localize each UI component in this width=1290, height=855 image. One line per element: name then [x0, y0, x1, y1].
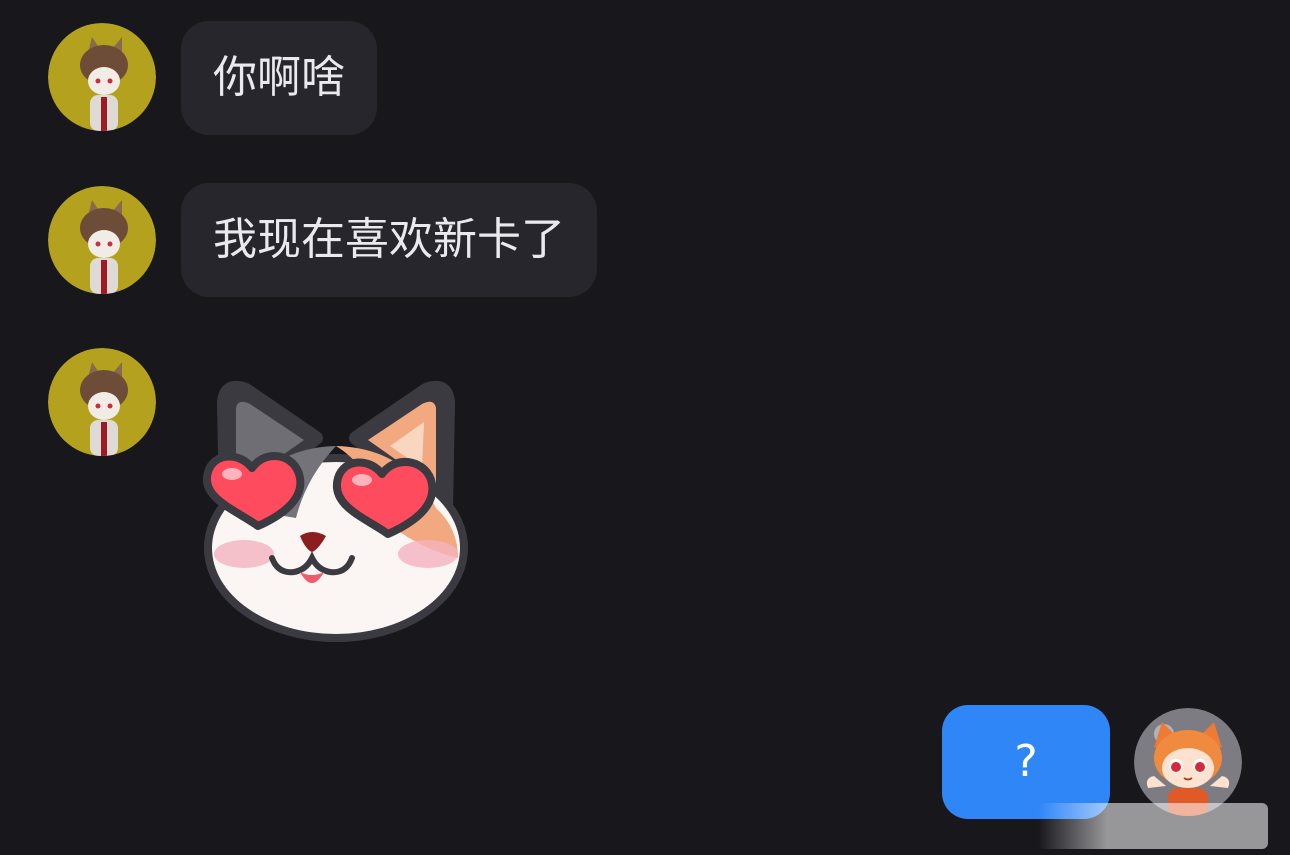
fox-avatar-icon [1134, 708, 1242, 816]
watermark [1038, 803, 1268, 849]
plush-avatar-icon [48, 23, 156, 131]
sender-avatar[interactable] [48, 348, 156, 456]
plush-avatar-icon [48, 348, 156, 456]
message-bubble-incoming[interactable]: 你啊啥 [181, 21, 377, 135]
message-bubble-incoming[interactable]: 我现在喜欢新卡了 [181, 183, 597, 297]
my-avatar[interactable] [1134, 708, 1242, 816]
message-bubble-outgoing[interactable]: ? [942, 705, 1110, 819]
sender-avatar[interactable] [48, 23, 156, 131]
cat-heart-eyes-sticker[interactable] [196, 368, 476, 652]
plush-avatar-icon [48, 186, 156, 294]
chat-thread: 你啊啥 我现在喜欢新卡了 ? [0, 0, 1290, 855]
cat-heart-eyes-icon [202, 380, 468, 642]
sender-avatar[interactable] [48, 186, 156, 294]
